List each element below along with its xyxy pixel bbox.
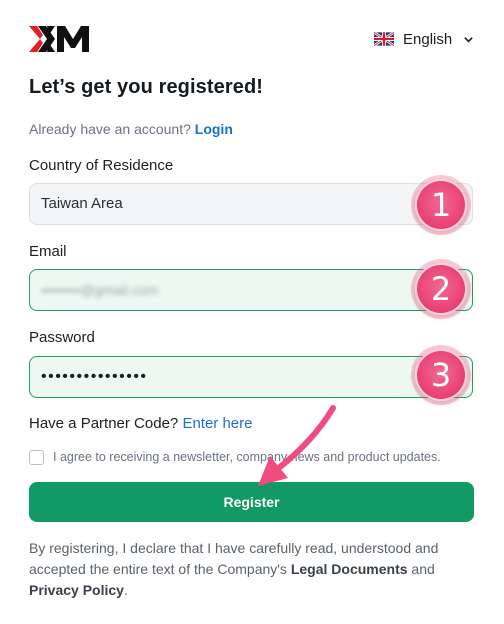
language-selector[interactable]: English bbox=[374, 28, 474, 50]
password-value: ••••••••••••••• bbox=[41, 368, 148, 385]
xm-logo-icon bbox=[29, 26, 89, 52]
country-select[interactable]: Taiwan Area bbox=[29, 183, 473, 225]
enter-partner-code-link[interactable]: Enter here bbox=[182, 415, 252, 432]
page-title: Let’s get you registered! bbox=[29, 76, 264, 98]
newsletter-label: I agree to receiving a newsletter, compa… bbox=[53, 450, 441, 464]
disclaimer-and: and bbox=[411, 561, 435, 577]
xm-logo[interactable] bbox=[29, 26, 95, 52]
disclaimer-end: . bbox=[123, 582, 128, 598]
partner-code-prompt: Have a Partner Code? Enter here bbox=[29, 415, 252, 432]
login-prompt: Already have an account? Login bbox=[29, 121, 233, 137]
legal-documents-link[interactable]: Legal Documents bbox=[291, 561, 408, 577]
privacy-policy-link[interactable]: Privacy Policy bbox=[29, 582, 124, 598]
uk-flag-icon bbox=[374, 32, 394, 46]
email-label: Email bbox=[29, 243, 67, 260]
login-link[interactable]: Login bbox=[195, 121, 233, 137]
annotation-badge-3: 3 bbox=[415, 349, 467, 401]
annotation-badge-1: 1 bbox=[415, 179, 467, 231]
chevron-down-icon bbox=[464, 36, 473, 43]
password-field[interactable]: ••••••••••••••• bbox=[29, 356, 473, 398]
email-field[interactable]: ••••••••@gmail.com bbox=[29, 269, 473, 311]
annotation-badge-2: 2 bbox=[415, 263, 467, 315]
email-value: ••••••••@gmail.com bbox=[41, 282, 159, 298]
country-value: Taiwan Area bbox=[41, 195, 123, 212]
disclaimer: By registering, I declare that I have ca… bbox=[29, 538, 479, 601]
login-prompt-text: Already have an account? bbox=[29, 121, 191, 137]
country-label: Country of Residence bbox=[29, 157, 174, 174]
language-label: English bbox=[403, 30, 453, 48]
password-label: Password bbox=[29, 329, 95, 346]
newsletter-checkbox[interactable] bbox=[29, 450, 44, 465]
annotation-arrow-icon bbox=[258, 405, 336, 486]
partner-code-text: Have a Partner Code? bbox=[29, 415, 179, 432]
